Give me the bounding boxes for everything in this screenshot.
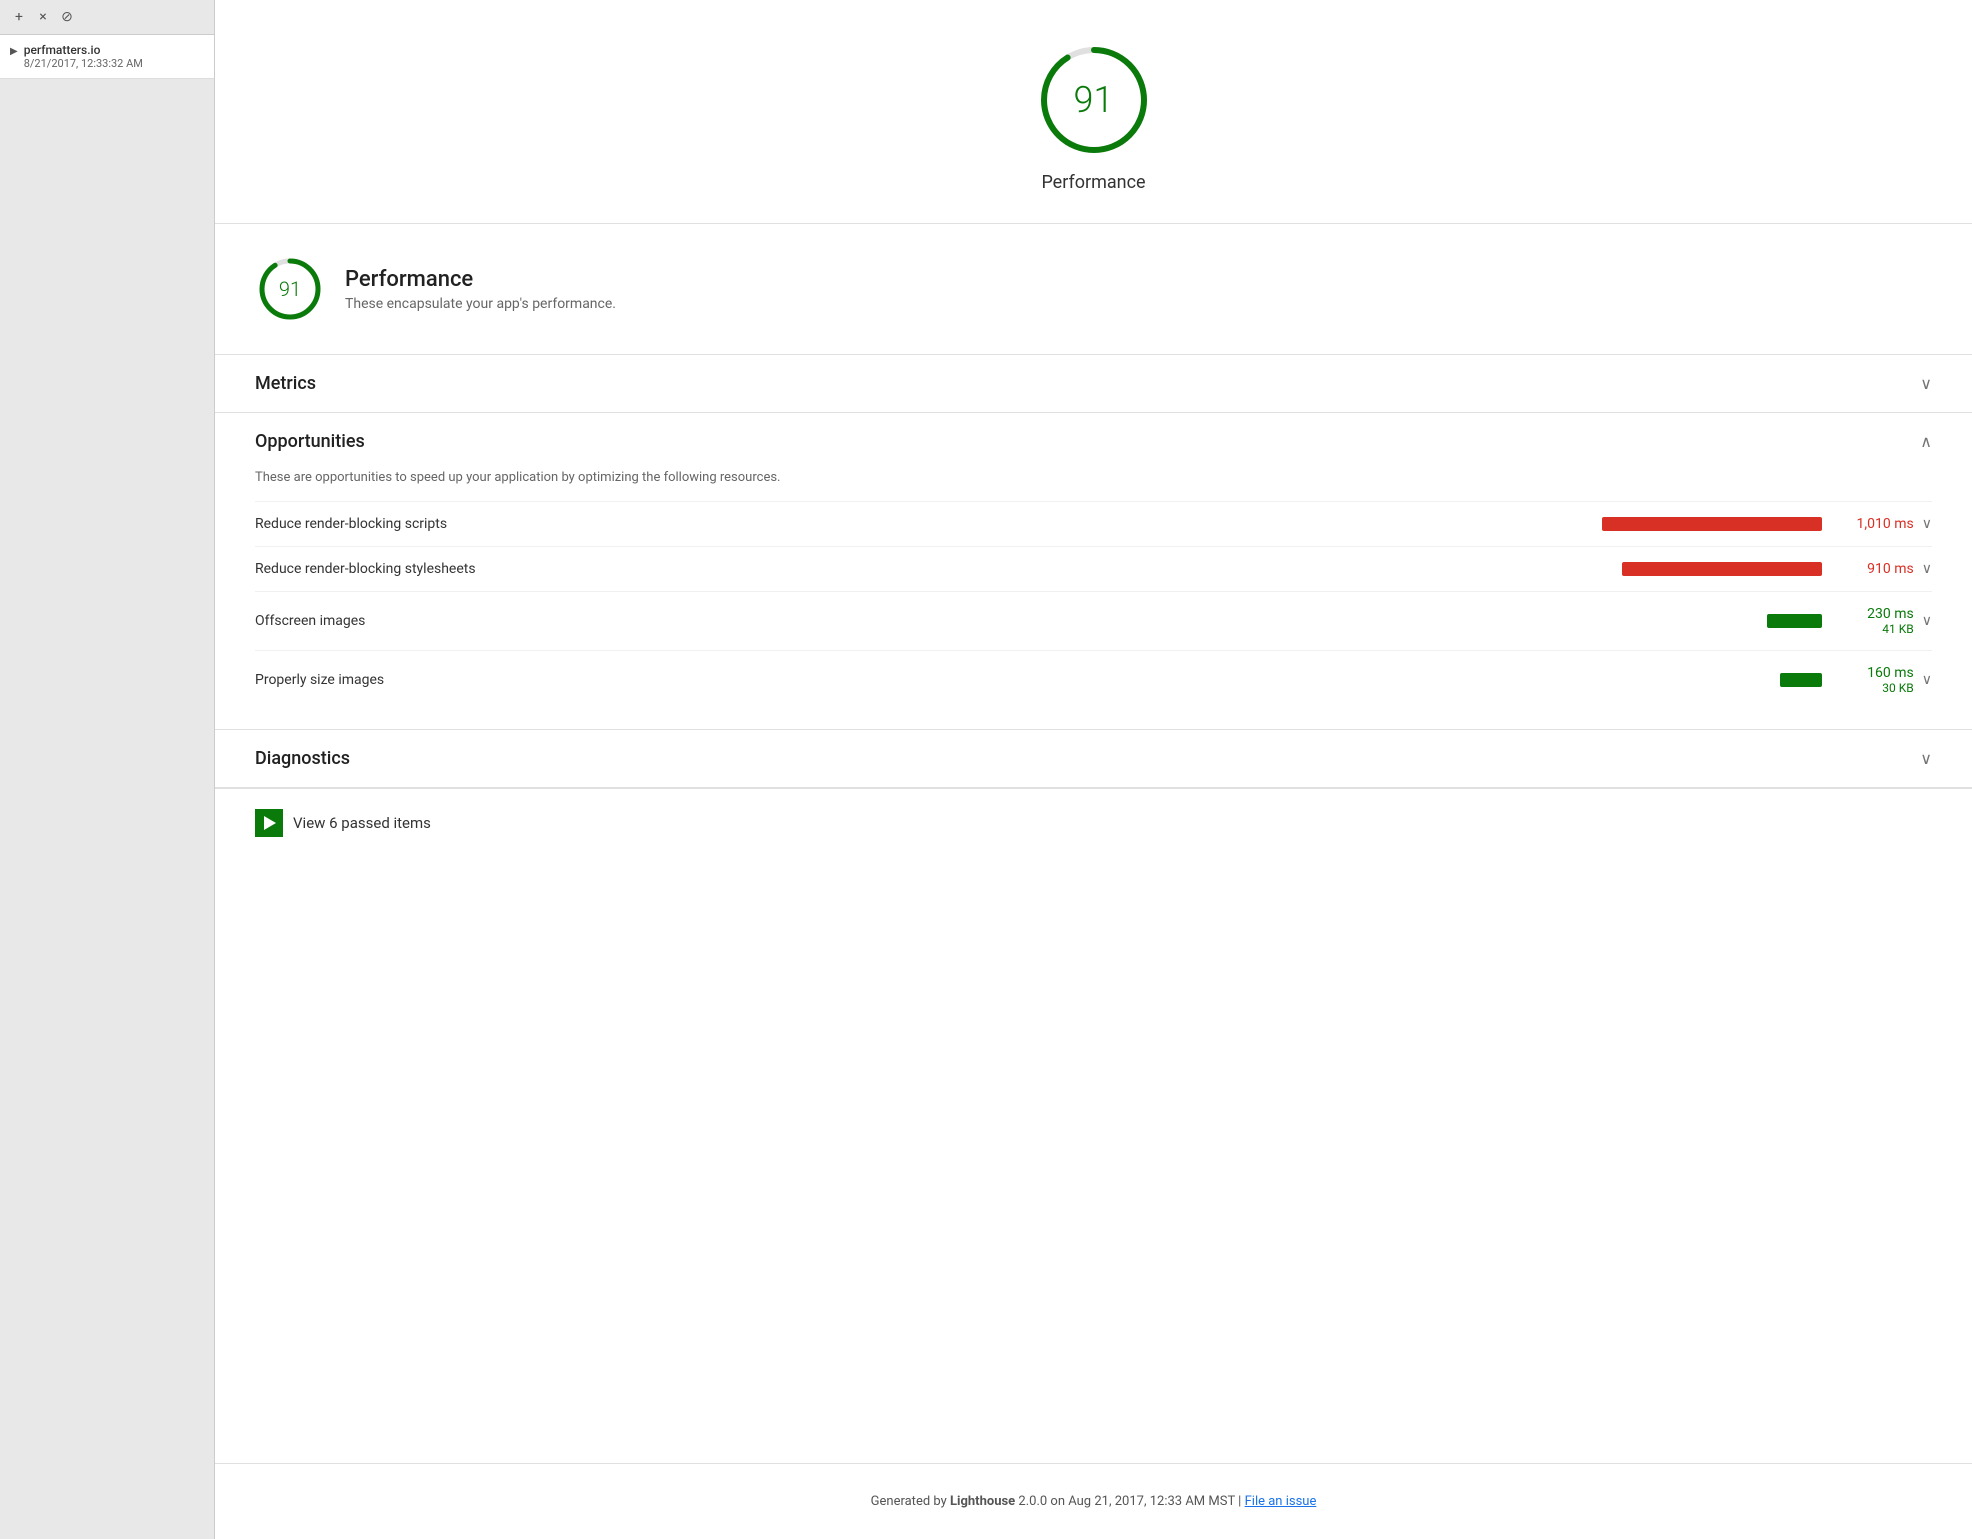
opportunities-header[interactable]: Opportunities ∧ bbox=[215, 413, 1972, 470]
opp-value-scripts: 1,010 ms bbox=[1834, 516, 1914, 532]
footer-lighthouse: Lighthouse bbox=[950, 1494, 1015, 1509]
diagnostics-section: Diagnostics ∨ bbox=[215, 730, 1972, 788]
sidebar: + × ⊘ ▶ perfmatters.io 8/21/2017, 12:33:… bbox=[0, 0, 215, 1539]
opp-bar-offscreen bbox=[1767, 614, 1822, 628]
metrics-section: Metrics ∨ bbox=[215, 355, 1972, 413]
entry-date: 8/21/2017, 12:33:32 AM bbox=[24, 57, 143, 70]
opp-chevron-scripts[interactable]: ∨ bbox=[1922, 516, 1932, 532]
opp-bar-area-stylesheets: 910 ms ∨ bbox=[555, 561, 1932, 577]
entry-arrow-icon: ▶ bbox=[10, 46, 18, 57]
diagnostics-label: Diagnostics bbox=[255, 748, 350, 769]
opp-bar-area-offscreen: 230 ms 41 KB ∨ bbox=[555, 606, 1932, 636]
opp-bar-size bbox=[1780, 673, 1822, 687]
opp-chevron-offscreen[interactable]: ∨ bbox=[1922, 613, 1932, 629]
sidebar-tab-bar: + × ⊘ bbox=[0, 0, 214, 35]
entry-info: perfmatters.io 8/21/2017, 12:33:32 AM bbox=[24, 43, 143, 70]
file-issue-link[interactable]: File an issue bbox=[1245, 1494, 1317, 1509]
opportunity-row-stylesheets: Reduce render-blocking stylesheets 910 m… bbox=[255, 546, 1932, 591]
opp-label-offscreen: Offscreen images bbox=[255, 613, 555, 629]
stop-icon[interactable]: ⊘ bbox=[58, 8, 76, 26]
diagnostics-chevron-icon: ∨ bbox=[1920, 749, 1932, 768]
sidebar-entry[interactable]: ▶ perfmatters.io 8/21/2017, 12:33:32 AM bbox=[0, 35, 214, 79]
footer-generated-by: Generated by bbox=[871, 1494, 950, 1509]
play-triangle bbox=[264, 816, 276, 830]
performance-section-header: 91 Performance These encapsulate your ap… bbox=[215, 224, 1972, 355]
opportunities-description: These are opportunities to speed up your… bbox=[255, 470, 1932, 485]
opportunities-section: Opportunities ∧ These are opportunities … bbox=[215, 413, 1972, 730]
diagnostics-header[interactable]: Diagnostics ∨ bbox=[215, 730, 1972, 787]
passed-items-row[interactable]: View 6 passed items bbox=[215, 788, 1972, 857]
passed-play-icon bbox=[255, 809, 283, 837]
opportunities-label: Opportunities bbox=[255, 431, 365, 452]
opp-chevron-size[interactable]: ∨ bbox=[1922, 672, 1932, 688]
opp-ms-offscreen: 230 ms bbox=[1834, 606, 1914, 622]
opportunity-row-scripts: Reduce render-blocking scripts 1,010 ms … bbox=[255, 501, 1932, 546]
main-content: 91 Performance 91 Performance These enca… bbox=[215, 0, 1972, 1539]
opp-bar-area-size: 160 ms 30 KB ∨ bbox=[555, 665, 1932, 695]
opp-bar-stylesheets bbox=[1622, 562, 1822, 576]
performance-section-text: Performance These encapsulate your app's… bbox=[345, 267, 616, 312]
metrics-header[interactable]: Metrics ∨ bbox=[215, 355, 1972, 412]
close-tab-icon[interactable]: × bbox=[34, 8, 52, 26]
opp-bar-scripts bbox=[1602, 517, 1822, 531]
opp-label-size: Properly size images bbox=[255, 672, 555, 688]
opp-label-scripts: Reduce render-blocking scripts bbox=[255, 516, 555, 532]
opp-value-size: 160 ms 30 KB bbox=[1834, 665, 1914, 695]
opp-kb-size: 30 KB bbox=[1834, 681, 1914, 695]
score-circle-large: 91 bbox=[1034, 40, 1154, 160]
opp-ms-stylesheets: 910 ms bbox=[1834, 561, 1914, 577]
opp-value-stylesheets: 910 ms bbox=[1834, 561, 1914, 577]
opp-kb-offscreen: 41 KB bbox=[1834, 622, 1914, 636]
opportunity-row-size: Properly size images 160 ms 30 KB ∨ bbox=[255, 650, 1932, 709]
opportunities-body: These are opportunities to speed up your… bbox=[215, 470, 1972, 729]
footer: Generated by Lighthouse 2.0.0 on Aug 21,… bbox=[215, 1463, 1972, 1539]
opp-ms-size: 160 ms bbox=[1834, 665, 1914, 681]
opp-ms-scripts: 1,010 ms bbox=[1834, 516, 1914, 532]
performance-description: These encapsulate your app's performance… bbox=[345, 296, 616, 312]
opp-chevron-stylesheets[interactable]: ∨ bbox=[1922, 561, 1932, 577]
score-number-small: 91 bbox=[279, 277, 301, 301]
opp-value-offscreen: 230 ms 41 KB bbox=[1834, 606, 1914, 636]
passed-label: View 6 passed items bbox=[293, 814, 431, 832]
performance-title: Performance bbox=[345, 267, 616, 292]
metrics-label: Metrics bbox=[255, 373, 316, 394]
metrics-chevron-icon: ∨ bbox=[1920, 374, 1932, 393]
footer-version-date: 2.0.0 on Aug 21, 2017, 12:33 AM MST | bbox=[1015, 1494, 1244, 1509]
score-header: 91 Performance bbox=[215, 0, 1972, 224]
opp-label-stylesheets: Reduce render-blocking stylesheets bbox=[255, 561, 555, 577]
opp-bar-area-scripts: 1,010 ms ∨ bbox=[555, 516, 1932, 532]
add-tab-icon[interactable]: + bbox=[10, 8, 28, 26]
score-label-large: Performance bbox=[1041, 172, 1145, 193]
score-circle-small: 91 bbox=[255, 254, 325, 324]
opportunity-row-offscreen: Offscreen images 230 ms 41 KB ∨ bbox=[255, 591, 1932, 650]
entry-title: perfmatters.io bbox=[24, 43, 143, 57]
score-number-large: 91 bbox=[1074, 79, 1114, 121]
opportunities-chevron-icon: ∧ bbox=[1920, 432, 1932, 451]
